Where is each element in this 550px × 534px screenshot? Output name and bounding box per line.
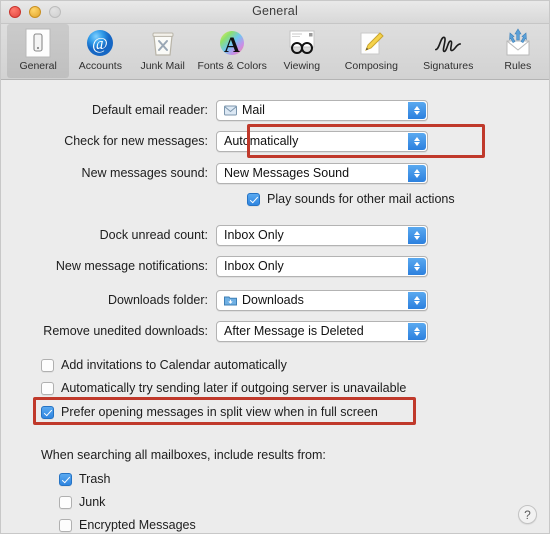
- search-include-encrypted-row[interactable]: Encrypted Messages: [59, 516, 196, 533]
- stepper-arrows-icon[interactable]: [408, 322, 426, 340]
- window-titlebar: General: [1, 1, 549, 24]
- row-default-email-reader: Default email reader: Mail: [1, 99, 428, 121]
- tab-accounts-label: Accounts: [78, 60, 122, 72]
- tab-signatures[interactable]: Signatures: [410, 24, 487, 78]
- tab-composing-label: Composing: [344, 60, 398, 72]
- play-sounds-label: Play sounds for other mail actions: [267, 192, 455, 206]
- encrypted-messages-label: Encrypted Messages: [79, 518, 196, 532]
- check-for-new-messages-label: Check for new messages:: [64, 134, 208, 148]
- remove-unedited-downloads-value: After Message is Deleted: [224, 324, 364, 338]
- search-section-heading: When searching all mailboxes, include re…: [41, 448, 326, 462]
- row-remove-unedited-downloads: Remove unedited downloads: After Message…: [1, 320, 428, 342]
- row-check-for-new-messages: Check for new messages: Automatically: [1, 130, 428, 152]
- option-auto-send-later-row[interactable]: Automatically try sending later if outgo…: [41, 379, 406, 397]
- new-message-notifications-value: Inbox Only: [224, 259, 284, 273]
- check-for-new-messages-value: Automatically: [224, 134, 299, 148]
- tab-junk-mail[interactable]: Junk Mail: [132, 24, 194, 78]
- dock-unread-count-value: Inbox Only: [224, 228, 284, 242]
- tab-viewing-label: Viewing: [283, 60, 321, 72]
- help-question-mark-icon: ?: [524, 507, 531, 522]
- tab-composing[interactable]: Composing: [333, 24, 410, 78]
- auto-send-later-label: Automatically try sending later if outgo…: [61, 381, 407, 395]
- viewing-glasses-icon: [286, 27, 318, 59]
- dock-unread-count-label: Dock unread count:: [99, 228, 208, 242]
- search-include-junk-row[interactable]: Junk: [59, 493, 105, 511]
- stepper-arrows-icon[interactable]: [408, 164, 426, 182]
- tab-fonts-colors[interactable]: A Fonts & Colors: [194, 24, 271, 78]
- option-add-invitations-row[interactable]: Add invitations to Calendar automaticall…: [41, 356, 287, 374]
- stepper-arrows-icon[interactable]: [408, 257, 426, 275]
- signatures-icon: [432, 27, 464, 59]
- downloads-folder-value: Downloads: [242, 293, 304, 307]
- downloads-folder-label: Downloads folder:: [107, 293, 208, 307]
- default-email-reader-value: Mail: [242, 103, 265, 117]
- stepper-arrows-icon[interactable]: [408, 132, 426, 150]
- search-include-trash-row[interactable]: Trash: [59, 470, 111, 488]
- general-icon: [22, 27, 54, 59]
- tab-viewing[interactable]: Viewing: [271, 24, 333, 78]
- tab-fonts-colors-label: Fonts & Colors: [197, 60, 267, 72]
- tab-rules-label: Rules: [504, 60, 532, 72]
- tab-signatures-label: Signatures: [423, 60, 474, 72]
- remove-unedited-downloads-popup[interactable]: After Message is Deleted: [216, 320, 428, 342]
- split-view-label: Prefer opening messages in split view wh…: [61, 405, 378, 419]
- fonts-colors-icon: A: [216, 27, 248, 59]
- tab-rules[interactable]: Rules: [487, 24, 549, 78]
- remove-unedited-downloads-label: Remove unedited downloads:: [43, 324, 208, 338]
- downloads-folder-popup[interactable]: Downloads: [216, 289, 428, 311]
- downloads-folder-icon: [224, 294, 237, 307]
- mail-app-icon: [224, 104, 237, 117]
- row-downloads-folder: Downloads folder: Downloads: [1, 289, 428, 311]
- accounts-at-icon: @: [84, 27, 116, 59]
- junk-checkbox[interactable]: [59, 495, 72, 509]
- tab-junk-mail-label: Junk Mail: [140, 60, 185, 72]
- stepper-arrows-icon[interactable]: [408, 226, 426, 244]
- default-email-reader-label: Default email reader:: [91, 103, 208, 117]
- dock-unread-count-popup[interactable]: Inbox Only: [216, 224, 428, 246]
- row-dock-unread-count: Dock unread count: Inbox Only: [1, 224, 428, 246]
- encrypted-messages-checkbox[interactable]: [59, 518, 72, 532]
- play-sounds-checkbox[interactable]: [247, 192, 260, 206]
- add-invitations-label: Add invitations to Calendar automaticall…: [61, 358, 287, 372]
- split-view-checkbox[interactable]: [41, 405, 54, 419]
- new-message-notifications-label: New message notifications:: [55, 259, 208, 273]
- tab-accounts[interactable]: @ Accounts: [69, 24, 131, 78]
- stepper-arrows-icon[interactable]: [408, 291, 426, 309]
- default-email-reader-popup[interactable]: Mail: [216, 99, 428, 121]
- svg-text:A: A: [224, 32, 240, 57]
- new-messages-sound-value: New Messages Sound: [224, 166, 350, 180]
- check-for-new-messages-popup[interactable]: Automatically: [216, 130, 428, 152]
- trash-label: Trash: [79, 472, 111, 486]
- help-button[interactable]: ?: [518, 505, 537, 524]
- new-message-notifications-popup[interactable]: Inbox Only: [216, 255, 428, 277]
- junk-mail-trash-icon: [147, 27, 179, 59]
- svg-text:@: @: [93, 34, 109, 53]
- auto-send-later-checkbox[interactable]: [41, 381, 54, 395]
- mail-preferences-window: General General @ Accounts Junk Mail A F…: [0, 0, 550, 534]
- play-sounds-checkbox-row[interactable]: Play sounds for other mail actions: [247, 190, 455, 208]
- trash-checkbox[interactable]: [59, 472, 72, 486]
- row-new-messages-sound: New messages sound: New Messages Sound: [1, 162, 428, 184]
- option-split-view-row[interactable]: Prefer opening messages in split view wh…: [41, 403, 378, 421]
- add-invitations-checkbox[interactable]: [41, 358, 54, 372]
- junk-label: Junk: [79, 495, 106, 509]
- new-messages-sound-popup[interactable]: New Messages Sound: [216, 162, 428, 184]
- preferences-toolbar: General @ Accounts Junk Mail A Fonts & C…: [1, 24, 549, 80]
- tab-general[interactable]: General: [7, 24, 70, 78]
- row-new-message-notifications: New message notifications: Inbox Only: [1, 255, 428, 277]
- composing-pencil-icon: [355, 27, 387, 59]
- rules-envelope-icon: [502, 27, 534, 59]
- stepper-arrows-icon[interactable]: [408, 101, 426, 119]
- general-preferences-pane: Default email reader: Mail Check for new…: [1, 80, 549, 533]
- tab-general-label: General: [19, 60, 57, 72]
- page-title: General: [252, 4, 298, 18]
- new-messages-sound-label: New messages sound:: [81, 166, 208, 180]
